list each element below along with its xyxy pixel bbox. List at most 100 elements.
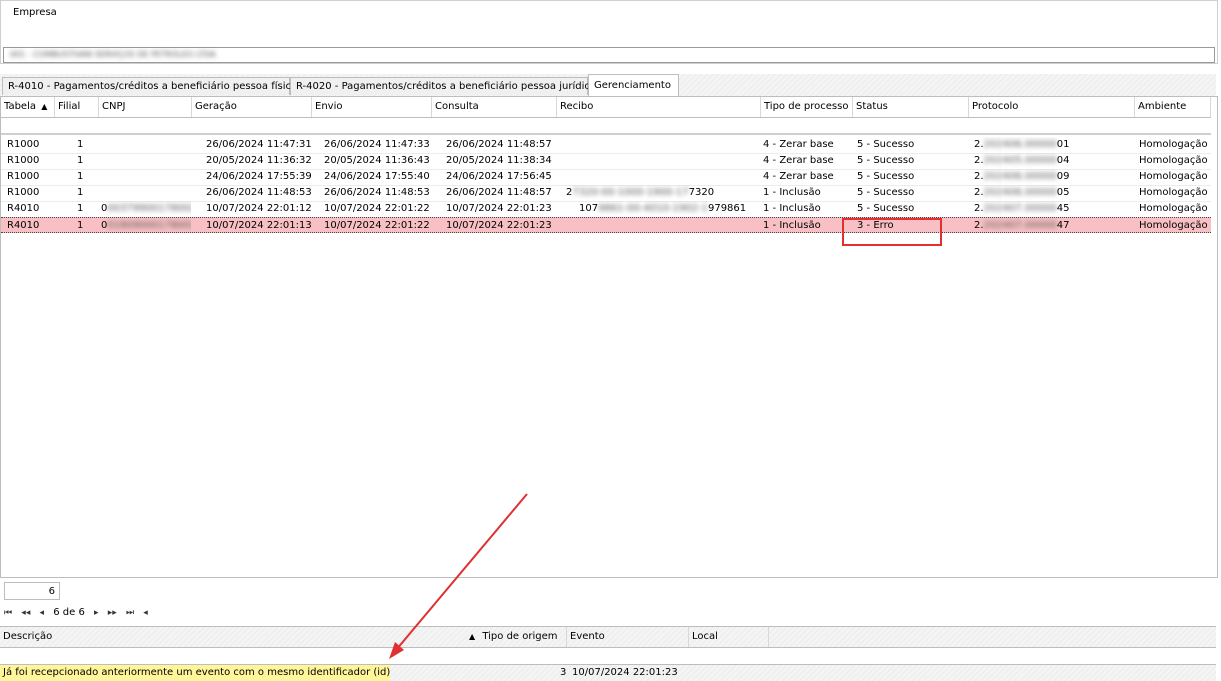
cell-recibo <box>566 153 761 169</box>
col-header-descricao[interactable]: Descrição <box>0 627 460 647</box>
cell-recibo: 1079861-00-4010-1902-1979861 <box>579 201 774 217</box>
protocolo-redacted: 202406.00000 <box>983 187 1057 198</box>
log-grid-header: Descrição ▲ Tipo de origem Evento Local <box>0 626 1216 648</box>
cell-ambiente: Homologação <box>1139 203 1208 214</box>
cell-tipo: 1 - Inclusão <box>763 203 821 214</box>
table-row[interactable]: R1000 1 24/06/2024 17:55:39 24/06/2024 17:5… <box>1 169 1211 186</box>
cell-protocolo: 2.202405.0000004 <box>974 153 1134 169</box>
cell-filial: 1 <box>77 220 84 231</box>
col-header-evento[interactable]: Evento <box>567 627 689 647</box>
nav-last-icon[interactable]: ⏭ <box>126 608 134 618</box>
col-header-consulta[interactable]: Consulta <box>432 97 557 117</box>
cell-protocolo: 2.202407.0000047 <box>974 218 1134 234</box>
cell-envio: 26/06/2024 11:48:53 <box>324 187 430 198</box>
empresa-label: Empresa <box>13 7 57 18</box>
col-header-tipo-origem[interactable]: ▲ Tipo de origem <box>460 627 567 647</box>
nav-prev-page-icon[interactable]: ◂◂ <box>21 608 30 618</box>
col-header-filial[interactable]: Filial <box>55 97 99 117</box>
nav-first-icon[interactable]: ⏮ <box>4 608 12 618</box>
protocolo-suffix: 45 <box>1056 203 1070 214</box>
cell-ambiente: Homologação <box>1139 220 1208 231</box>
log-tipo-origem: 3 <box>560 667 567 678</box>
log-row[interactable]: Já foi recepcionado anteriormente um eve… <box>0 664 1216 681</box>
table-row[interactable]: R1000 1 26/06/2024 11:48:53 26/06/2024 11:4… <box>1 185 1211 202</box>
protocolo-redacted: 202406.00000 <box>983 171 1057 182</box>
cell-consulta: 10/07/2024 22:01:23 <box>446 203 552 214</box>
cell-geracao: 24/06/2024 17:55:39 <box>206 171 312 182</box>
cell-ambiente: Homologação <box>1139 171 1208 182</box>
nav-next-page-icon[interactable]: ▸▸ <box>108 608 117 618</box>
cell-tabela: R1000 <box>7 155 40 166</box>
cell-filial: 1 <box>77 155 84 166</box>
cell-tabela: R1000 <box>7 171 40 182</box>
col-header-envio[interactable]: Envio <box>312 97 432 117</box>
col-header-protocolo[interactable]: Protocolo <box>969 97 1135 117</box>
col-header-geracao[interactable]: Geração <box>192 97 312 117</box>
protocolo-suffix: 01 <box>1056 139 1070 150</box>
col-header-ambiente[interactable]: Ambiente <box>1135 97 1211 117</box>
tab-bar: R-4010 - Pagamentos/créditos a beneficiá… <box>0 74 1216 97</box>
cell-consulta: 10/07/2024 22:01:23 <box>446 220 552 231</box>
management-grid: Tabela ▲ Filial CNPJ Geração Envio Consu… <box>0 96 1218 578</box>
cell-consulta: 20/05/2024 11:38:34 <box>446 155 552 166</box>
protocolo-prefix: 2. <box>974 187 984 198</box>
table-row[interactable]: R1000 1 26/06/2024 11:47:31 26/06/2024 11:4… <box>1 137 1211 154</box>
nav-next-icon[interactable]: ▸ <box>94 608 99 618</box>
cell-cnpj <box>101 137 191 153</box>
cell-recibo <box>566 169 761 185</box>
cell-status: 5 - Sucesso <box>857 187 915 198</box>
protocolo-redacted: 202407.00000 <box>983 220 1057 231</box>
cell-tipo: 1 - Inclusão <box>763 220 821 231</box>
cell-cnpj: 000379900178002 <box>101 201 191 217</box>
cell-geracao: 20/05/2024 11:36:32 <box>206 155 312 166</box>
empresa-value: 001 - COMBUSTIVAN SERVIÇOS DE PETRÓLEO L… <box>10 50 216 59</box>
col-header-status[interactable]: Status <box>853 97 969 117</box>
col-header-local[interactable]: Local <box>689 627 769 647</box>
cell-status: 5 - Sucesso <box>857 155 915 166</box>
cell-geracao: 10/07/2024 22:01:12 <box>206 203 312 214</box>
col-header-recibo[interactable]: Recibo <box>557 97 761 117</box>
cell-tipo: 4 - Zerar base <box>763 171 834 182</box>
table-row[interactable]: R4010 1 001809000178002 10/07/2024 22:01:13… <box>1 217 1211 233</box>
cell-cnpj <box>101 185 191 201</box>
cnpj-redacted: 01809000178002 <box>107 220 191 231</box>
cell-tipo: 4 - Zerar base <box>763 155 834 166</box>
protocolo-prefix: 2. <box>974 139 984 150</box>
cell-tabela: R4010 <box>7 203 40 214</box>
cell-envio: 24/06/2024 17:55:40 <box>324 171 430 182</box>
cell-envio: 10/07/2024 22:01:22 <box>324 203 430 214</box>
empresa-panel: Empresa 001 - COMBUSTIVAN SERVIÇOS DE PE… <box>0 0 1218 64</box>
protocolo-prefix: 2. <box>974 203 984 214</box>
protocolo-suffix: 47 <box>1056 220 1070 231</box>
cell-envio: 26/06/2024 11:47:33 <box>324 139 430 150</box>
tab-r4010[interactable]: R-4010 - Pagamentos/créditos a beneficiá… <box>2 77 297 95</box>
tab-r4020[interactable]: R-4020 - Pagamentos/créditos a beneficiá… <box>290 77 596 95</box>
table-row[interactable]: R4010 1 000379900178002 10/07/2024 22:01:12… <box>1 201 1211 218</box>
cell-tipo: 1 - Inclusão <box>763 187 821 198</box>
col-header-tipo-processo[interactable]: Tipo de processo <box>761 97 853 117</box>
cell-consulta: 24/06/2024 17:56:45 <box>446 171 552 182</box>
cell-filial: 1 <box>77 203 84 214</box>
nav-prev-icon[interactable]: ◂ <box>40 608 45 618</box>
cell-recibo <box>566 218 761 234</box>
cell-geracao: 26/06/2024 11:48:53 <box>206 187 312 198</box>
protocolo-redacted: 202405.00000 <box>983 155 1057 166</box>
tab-gerenciamento[interactable]: Gerenciamento <box>588 74 679 97</box>
recibo-redacted: 9861-00-4010-1902-1 <box>598 203 708 214</box>
empresa-field[interactable]: 001 - COMBUSTIVAN SERVIÇOS DE PETRÓLEO L… <box>3 47 1215 63</box>
recibo-prefix: 107 <box>579 203 599 214</box>
grid-scrollbar[interactable] <box>1210 97 1217 117</box>
protocolo-suffix: 05 <box>1056 187 1070 198</box>
cell-tabela: R1000 <box>7 139 40 150</box>
cell-status: 5 - Sucesso <box>857 171 915 182</box>
table-row[interactable]: R1000 1 20/05/2024 11:36:32 20/05/2024 11:3… <box>1 153 1211 170</box>
col-header-tabela[interactable]: Tabela ▲ <box>1 97 55 117</box>
cell-consulta: 26/06/2024 11:48:57 <box>446 139 552 150</box>
log-description: Já foi recepcionado anteriormente um eve… <box>0 665 390 681</box>
cell-envio: 20/05/2024 11:36:43 <box>324 155 430 166</box>
protocolo-prefix: 2. <box>974 171 984 182</box>
cell-recibo <box>566 137 761 153</box>
cell-filial: 1 <box>77 171 84 182</box>
col-header-cnpj[interactable]: CNPJ <box>99 97 192 117</box>
nav-extra-icon[interactable]: ◂ <box>143 608 148 618</box>
